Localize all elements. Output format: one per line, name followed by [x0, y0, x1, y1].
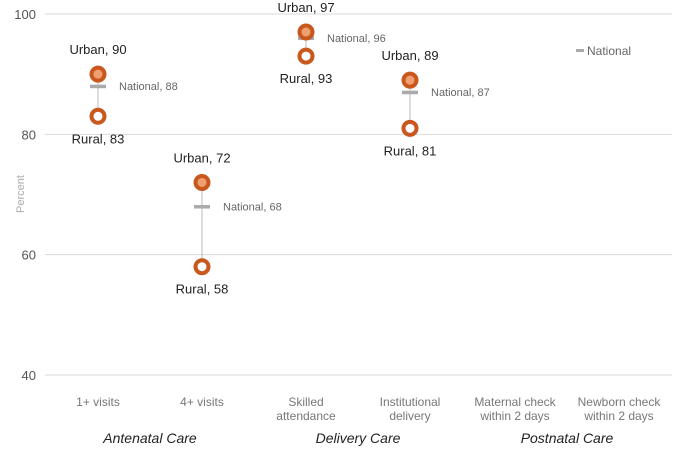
legend-national-swatch [576, 49, 584, 52]
national-label: National, 87 [431, 87, 490, 99]
rural-label: Rural, 58 [176, 282, 229, 297]
legend: National [576, 44, 631, 58]
urban-label: Urban, 72 [173, 150, 230, 165]
category-label: 1+ visits [76, 395, 120, 409]
group-label: Delivery Care [316, 430, 401, 446]
rural-point [297, 47, 315, 65]
data-labels: Urban, 90 Rural, 83 National, 88 Urban, 72 R… [69, 0, 489, 297]
chart: 40 60 80 100 Percent Urban, 90 Rural, 83 Nati… [14, 0, 672, 446]
urban-label: Urban, 89 [381, 48, 438, 63]
group-labels: Antenatal Care Delivery Care Postnatal Car… [102, 430, 613, 446]
y-tick-label: 80 [22, 127, 36, 142]
rural-label: Rural, 83 [72, 131, 125, 146]
rural-label: Rural, 81 [384, 143, 437, 158]
national-marker [402, 90, 418, 95]
gridlines [45, 13, 672, 376]
category-label: Institutional delivery [380, 395, 441, 423]
national-markers [90, 36, 418, 209]
range-lines [97, 32, 411, 267]
category-labels: 1+ visits 4+ visits Skilled attendance Insti… [76, 395, 661, 423]
y-tick-label: 60 [22, 248, 36, 263]
category-label: Skilled attendance [276, 395, 336, 423]
y-axis-label: Percent [15, 175, 27, 213]
national-label: National, 96 [327, 33, 386, 45]
urban-label: Urban, 97 [277, 0, 334, 15]
urban-point [401, 71, 419, 89]
group-label: Postnatal Care [521, 430, 614, 446]
urban-point [89, 65, 107, 83]
urban-point [297, 23, 315, 41]
y-tick-label: 100 [14, 7, 36, 22]
category-label: Maternal check within 2 days [474, 395, 556, 423]
national-label: National, 68 [223, 202, 282, 214]
national-label: National, 88 [119, 81, 178, 93]
rural-point [401, 119, 419, 137]
national-marker [194, 205, 210, 209]
y-tick-label: 40 [22, 368, 36, 383]
legend-national-label: National [587, 44, 631, 58]
national-marker [90, 84, 106, 89]
urban-point [193, 173, 211, 191]
category-label: 4+ visits [180, 395, 224, 409]
category-label: Newborn check within 2 days [578, 395, 662, 423]
data-points [89, 23, 419, 276]
rural-point [193, 258, 211, 276]
rural-point [89, 107, 107, 125]
urban-label: Urban, 90 [69, 42, 126, 57]
group-label: Antenatal Care [102, 430, 197, 446]
rural-label: Rural, 93 [280, 71, 333, 86]
